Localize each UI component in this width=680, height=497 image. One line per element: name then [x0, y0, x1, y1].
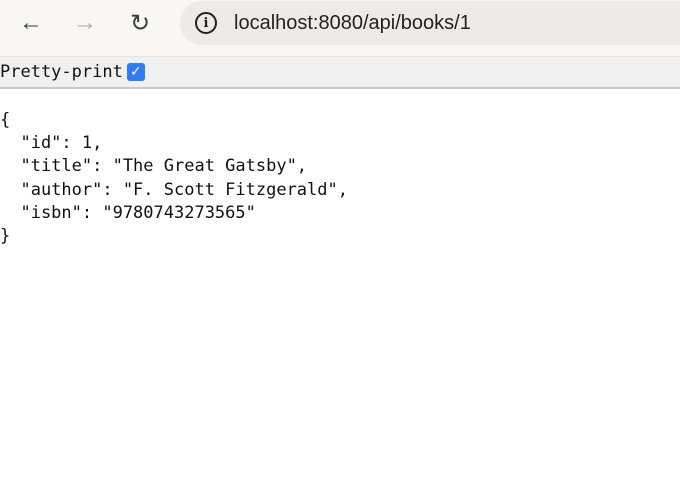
back-button[interactable]: ← [16, 8, 46, 38]
address-bar[interactable]: i localhost:8080/api/books/1 [180, 1, 680, 45]
json-line: "id": 1, [0, 133, 103, 154]
checkmark-icon: ✓ [129, 64, 142, 80]
arrow-left-icon: ← [19, 9, 43, 36]
json-line: } [0, 226, 11, 247]
json-line: "isbn": "9780743273565" [0, 202, 256, 223]
reload-button[interactable]: ↻ [125, 8, 155, 38]
reload-icon: ↻ [129, 9, 151, 37]
site-info-icon[interactable]: i [195, 12, 217, 34]
json-line: "author": "F. Scott Fitzgerald", [0, 179, 348, 200]
browser-toolbar: ← → ↻ i localhost:8080/api/books/1 [0, 0, 680, 56]
arrow-right-icon: → [73, 9, 97, 36]
json-line: "title": "The Great Gatsby", [0, 156, 308, 177]
pretty-print-checkbox[interactable]: ✓ [126, 63, 145, 81]
url-text[interactable]: localhost:8080/api/books/1 [234, 12, 471, 35]
pretty-print-label: Pretty-print [0, 62, 123, 82]
forward-button[interactable]: → [70, 8, 100, 38]
pretty-print-bar: Pretty-print ✓ [0, 56, 680, 89]
json-content: { "id": 1, "title": "The Great Gatsby", … [0, 109, 680, 248]
json-line: { [0, 110, 11, 130]
